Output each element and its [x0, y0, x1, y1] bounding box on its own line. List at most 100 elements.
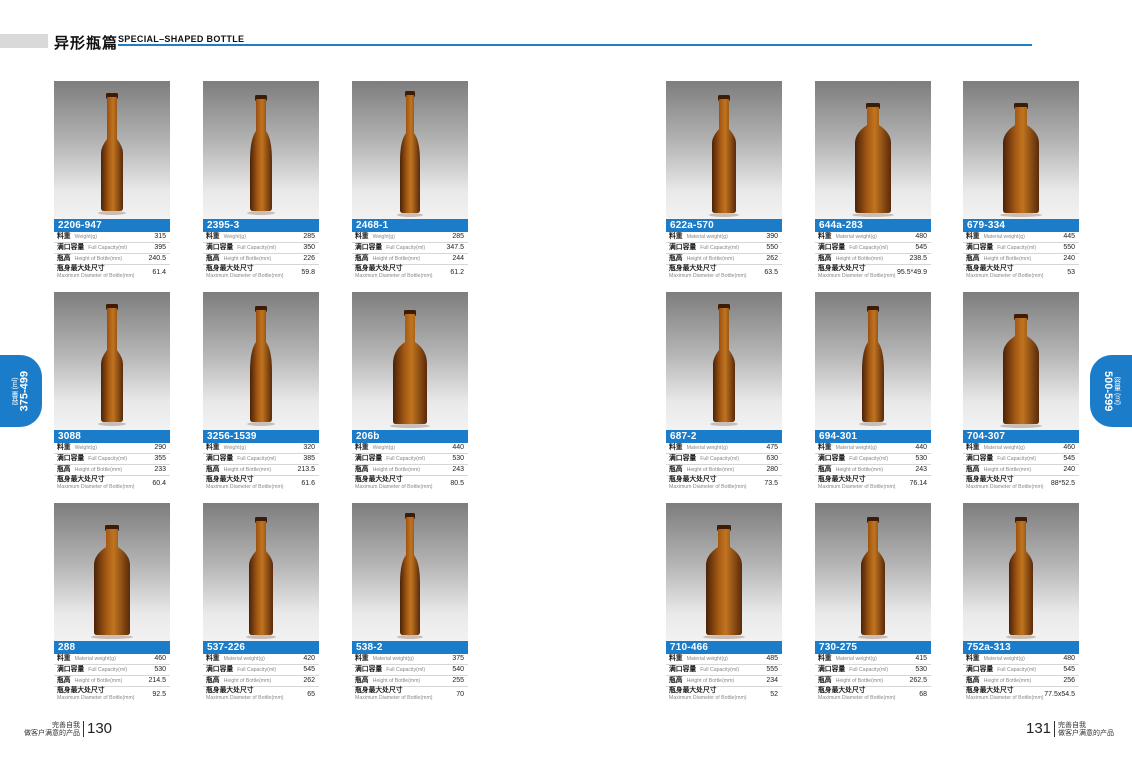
- spec-table: 料重 Weight(g) 290 满口容量 Full Capacity(ml) 355 瓶高…: [54, 443, 170, 493]
- spec-value: 415: [915, 655, 927, 662]
- spec-label-en: Material weight(g): [835, 234, 877, 240]
- capacity-tab-right[interactable]: 容量 (ml) 500-599: [1090, 355, 1132, 427]
- spec-label-en: Height of Bottle(mm): [983, 678, 1032, 684]
- spec-label-zh: 满口容量: [355, 244, 383, 251]
- product-card[interactable]: 622a-570 料重 Material weight(g) 390 满口容量 Full …: [666, 81, 782, 282]
- product-card[interactable]: 537-226 料重 Material weight(g) 420 满口容量 Full C…: [203, 503, 319, 704]
- spec-label-en: Maximum Diameter of Bottle(mm): [966, 484, 1044, 490]
- amber-bottle-image: [709, 95, 739, 217]
- product-card[interactable]: 704-307 料重 Material weight(g) 460 满口容量 Full C…: [963, 292, 1079, 493]
- product-card[interactable]: 644a-283 料重 Material weight(g) 480 满口容量 Full …: [815, 81, 931, 282]
- spec-row: 瓶高 Height of Bottle(mm) 240.5: [54, 254, 170, 265]
- spec-value: 244: [452, 255, 464, 262]
- spec-row: 满口容量 Full Capacity(ml) 550: [963, 243, 1079, 254]
- product-card[interactable]: 694-301 料重 Material weight(g) 440 满口容量 Full C…: [815, 292, 931, 493]
- spec-label-zh: 瓶身最大处尺寸: [669, 687, 717, 694]
- spec-label-en: Material weight(g): [983, 234, 1025, 240]
- spec-label-zh: 满口容量: [966, 244, 994, 251]
- amber-bottle-image: [98, 93, 126, 215]
- spec-value: 59.8: [301, 269, 315, 276]
- spec-label-zh: 料重: [355, 444, 369, 451]
- spec-row: 瓶身最大处尺寸 Maximum Diameter of Bottle(mm) 65: [203, 687, 319, 704]
- product-card[interactable]: 3256-1539 料重 Weight(g) 320 满口容量 Full Capacity…: [203, 292, 319, 493]
- spec-row: 满口容量 Full Capacity(ml) 530: [352, 454, 468, 465]
- product-card[interactable]: 3088 料重 Weight(g) 290 满口容量 Full Capacity(ml) 3…: [54, 292, 170, 493]
- amber-bottle-image: [247, 95, 275, 215]
- spec-label-en: Full Capacity(ml): [386, 456, 426, 462]
- spec-label-zh: 料重: [818, 233, 832, 240]
- spec-label: 满口容量 Full Capacity(ml): [206, 454, 276, 464]
- spec-value: 63.5: [764, 269, 778, 276]
- spec-row: 瓶身最大处尺寸 Maximum Diameter of Bottle(mm) 92.…: [54, 687, 170, 704]
- spec-value: 375: [452, 655, 464, 662]
- product-code: 537-226: [203, 641, 319, 654]
- spec-label: 料重 Material weight(g): [355, 654, 414, 664]
- spec-table: 料重 Weight(g) 320 满口容量 Full Capacity(ml) 385 瓶高…: [203, 443, 319, 493]
- spec-row: 瓶高 Height of Bottle(mm) 244: [352, 254, 468, 265]
- spec-label-en: Full Capacity(ml): [237, 667, 277, 673]
- capacity-range: 375-499: [17, 370, 30, 412]
- spec-label-en: Full Capacity(ml): [700, 456, 740, 462]
- product-code: 679-334: [963, 219, 1079, 232]
- spec-label: 料重 Material weight(g): [966, 654, 1025, 664]
- spec-row: 满口容量 Full Capacity(ml) 395: [54, 243, 170, 254]
- spec-table: 料重 Material weight(g) 480 满口容量 Full Capacity…: [815, 232, 931, 282]
- spec-label: 瓶身最大处尺寸 Maximum Diameter of Bottle(mm): [966, 687, 1044, 702]
- product-card[interactable]: 538-2 料重 Material weight(g) 375 满口容量 Full Cap…: [352, 503, 468, 704]
- spec-label-zh: 满口容量: [818, 666, 846, 673]
- spec-value: 256: [1063, 677, 1075, 684]
- product-card[interactable]: 687-2 料重 Material weight(g) 475 满口容量 Full Cap…: [666, 292, 782, 493]
- product-card[interactable]: 679-334 料重 Material weight(g) 445 满口容量 Full C…: [963, 81, 1079, 282]
- spec-value: 88*52.5: [1050, 480, 1075, 487]
- capacity-tab-left[interactable]: 容量 (ml) 375-499: [0, 355, 42, 427]
- spec-label: 料重 Material weight(g): [206, 654, 265, 664]
- product-card[interactable]: 710-466 料重 Material weight(g) 485 满口容量 Full C…: [666, 503, 782, 704]
- spec-label-en: Material weight(g): [983, 656, 1025, 662]
- spec-row: 瓶身最大处尺寸 Maximum Diameter of Bottle(mm) 80.…: [352, 476, 468, 493]
- spec-label-en: Height of Bottle(mm): [686, 678, 735, 684]
- spec-label: 瓶高 Height of Bottle(mm): [355, 676, 420, 686]
- spec-value: 95.5*49.9: [897, 269, 927, 276]
- spec-label-en: Full Capacity(ml): [849, 667, 889, 673]
- product-card[interactable]: 752a-313 料重 Material weight(g) 480 满口容量 Full …: [963, 503, 1079, 704]
- spec-label-en: Full Capacity(ml): [386, 667, 426, 673]
- spec-label-zh: 料重: [669, 233, 683, 240]
- spec-label-zh: 料重: [206, 444, 220, 451]
- spec-label: 瓶高 Height of Bottle(mm): [355, 254, 420, 264]
- amber-bottle-image: [1000, 103, 1042, 217]
- spec-label-en: Maximum Diameter of Bottle(mm): [966, 273, 1044, 279]
- spec-value: 77.5x54.5: [1044, 691, 1075, 698]
- bottle-photo: [815, 292, 931, 430]
- bottle-photo: [666, 81, 782, 219]
- spec-label-zh: 料重: [57, 655, 71, 662]
- product-code: 644a-283: [815, 219, 931, 232]
- spec-label-en: Full Capacity(ml): [237, 245, 277, 251]
- spec-label-en: Height of Bottle(mm): [835, 678, 884, 684]
- spec-value: 480: [1063, 655, 1075, 662]
- spec-label-zh: 瓶身最大处尺寸: [966, 687, 1014, 694]
- spec-label-en: Weight(g): [223, 445, 246, 451]
- amber-bottle-image: [1000, 314, 1042, 428]
- spec-value: 73.5: [764, 480, 778, 487]
- spec-label-en: Maximum Diameter of Bottle(mm): [669, 695, 747, 701]
- product-card[interactable]: 288 料重 Material weight(g) 460 满口容量 Full Capac…: [54, 503, 170, 704]
- product-card[interactable]: 2395-3 料重 Weight(g) 285 满口容量 Full Capacity(ml…: [203, 81, 319, 282]
- product-card[interactable]: 2468-1 料重 Weight(g) 285 满口容量 Full Capacity(ml…: [352, 81, 468, 282]
- spec-label-zh: 满口容量: [355, 666, 383, 673]
- amber-bottle-image: [1006, 517, 1036, 639]
- footer-separator: [1054, 720, 1056, 737]
- product-card[interactable]: 2206-947 料重 Weight(g) 315 满口容量 Full Capacity(…: [54, 81, 170, 282]
- amber-bottle-image: [397, 91, 423, 217]
- footer-separator: [83, 720, 84, 737]
- product-card[interactable]: 206b 料重 Weight(g) 440 满口容量 Full Capacity(ml) 5…: [352, 292, 468, 493]
- bottle-photo: [352, 81, 468, 219]
- spec-value: 280: [766, 466, 778, 473]
- spec-label-en: Height of Bottle(mm): [372, 678, 421, 684]
- spec-value: 530: [154, 666, 166, 673]
- spec-label: 瓶高 Height of Bottle(mm): [355, 465, 420, 475]
- footer-slogan-line: 完善自我: [1058, 720, 1087, 729]
- product-card[interactable]: 730-275 料重 Material weight(g) 415 满口容量 Full C…: [815, 503, 931, 704]
- spec-row: 料重 Weight(g) 320: [203, 443, 319, 454]
- spec-row: 料重 Weight(g) 315: [54, 232, 170, 243]
- spec-label: 料重 Weight(g): [355, 232, 395, 242]
